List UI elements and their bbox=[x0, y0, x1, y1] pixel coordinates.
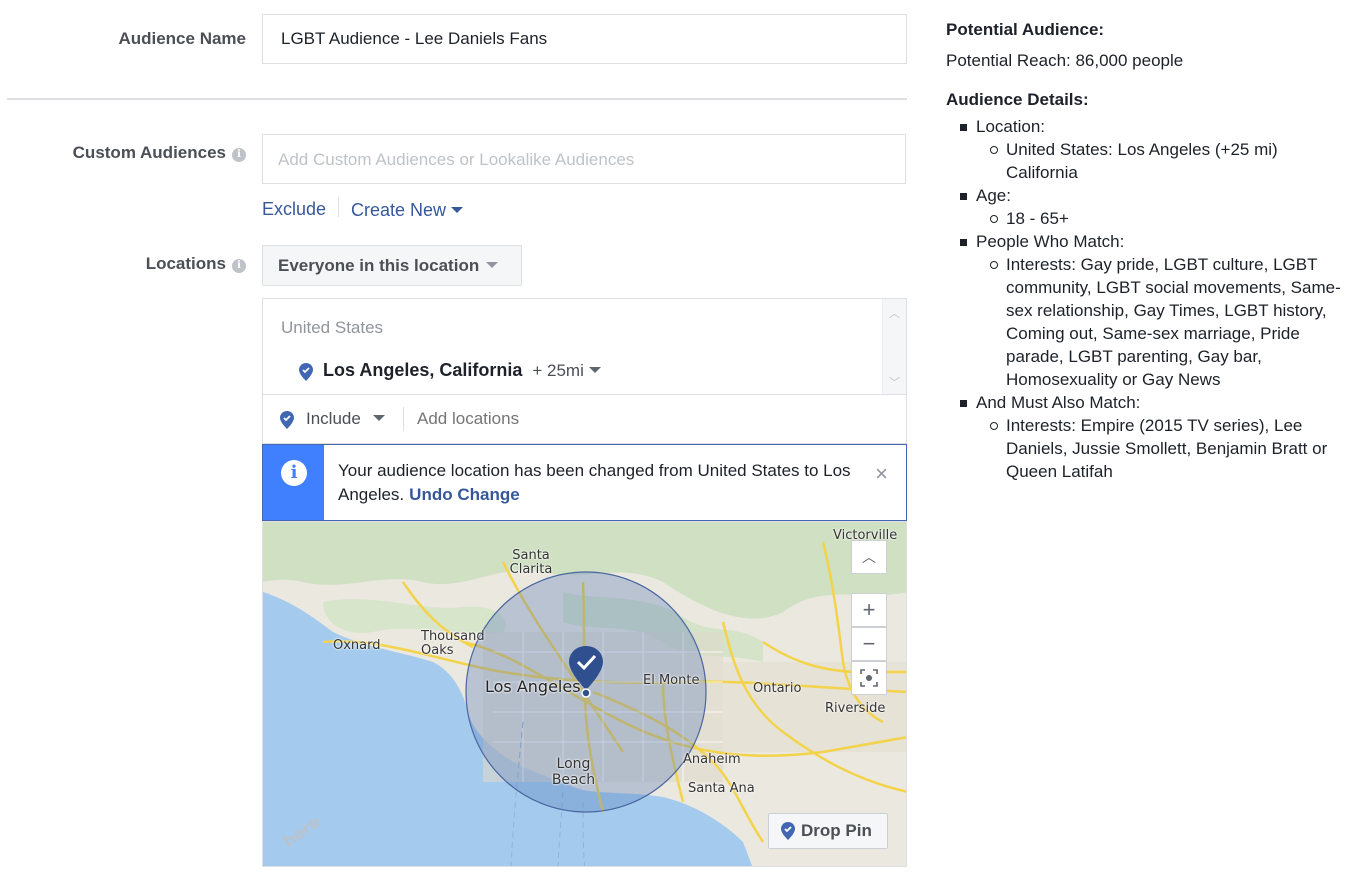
potential-reach: Potential Reach: 86,000 people bbox=[946, 51, 1184, 70]
selected-locations-list: United States Los Angeles, California + 2… bbox=[262, 298, 907, 395]
chevron-up-icon: ︿ bbox=[862, 549, 876, 565]
locations-label: Locations i bbox=[146, 254, 246, 274]
audience-details-heading: Audience Details: bbox=[946, 90, 1089, 109]
map-label-anaheim: Anaheim bbox=[683, 752, 741, 767]
zoom-in-button[interactable]: + bbox=[851, 593, 887, 627]
scroll-up-icon[interactable]: ︿ bbox=[889, 305, 900, 321]
detail-item: Interests: Gay pride, LGBT culture, LGBT… bbox=[990, 253, 1349, 391]
audience-summary-panel: Potential Audience: Potential Reach: 86,… bbox=[946, 20, 1346, 483]
include-separator bbox=[403, 407, 404, 431]
zoom-out-button[interactable]: − bbox=[851, 627, 887, 661]
location-change-notice: i Your audience location has been change… bbox=[262, 444, 907, 521]
audience-name-input[interactable]: LGBT Audience - Lee Daniels Fans bbox=[262, 14, 907, 64]
detail-section-title: And Must Also Match: bbox=[976, 393, 1141, 412]
detail-item: 18 - 65+ bbox=[990, 207, 1349, 230]
location-pin-icon bbox=[299, 363, 313, 381]
map-label-long-beach: Long Beach bbox=[551, 756, 596, 788]
exclude-link[interactable]: Exclude bbox=[262, 199, 326, 220]
map-label-santa-clarita: Santa Clarita bbox=[509, 548, 553, 577]
undo-change-link[interactable]: Undo Change bbox=[409, 485, 520, 504]
detail-section: People Who Match: Interests: Gay pride, … bbox=[960, 230, 1346, 391]
drop-pin-button[interactable]: Drop Pin bbox=[768, 813, 888, 849]
detail-section-title: People Who Match: bbox=[976, 232, 1125, 251]
info-icon: i bbox=[281, 460, 307, 486]
map-label-thousand-oaks: Thousand Oaks bbox=[421, 629, 485, 658]
close-icon[interactable]: × bbox=[875, 461, 888, 487]
link-separator bbox=[338, 197, 339, 217]
location-list-scrollbar[interactable]: ︿ ﹀ bbox=[882, 299, 906, 394]
map-label-riverside: Riverside bbox=[825, 701, 886, 716]
caret-down-icon bbox=[451, 207, 464, 213]
caret-down-icon bbox=[486, 262, 499, 268]
detail-item: Interests: Empire (2015 TV series), Lee … bbox=[990, 414, 1349, 483]
custom-audiences-input[interactable]: Add Custom Audiences or Lookalike Audien… bbox=[262, 134, 906, 184]
detail-section: Age: 18 - 65+ bbox=[960, 184, 1346, 230]
location-map[interactable]: Santa Clarita Victorville Oxnard Thousan… bbox=[262, 521, 907, 867]
location-pin-icon bbox=[781, 822, 795, 840]
recenter-button[interactable] bbox=[851, 661, 887, 695]
detail-section: Location: United States: Los Angeles (+2… bbox=[960, 115, 1346, 184]
create-new-label: Create New bbox=[351, 200, 447, 220]
create-new-link[interactable]: Create New bbox=[351, 200, 464, 221]
map-label-el-monte: El Monte bbox=[643, 673, 700, 688]
notice-icon-panel: i bbox=[263, 445, 324, 520]
drop-pin-label: Drop Pin bbox=[801, 821, 872, 840]
detail-section-title: Location: bbox=[976, 117, 1045, 136]
location-type-dropdown[interactable]: Everyone in this location bbox=[262, 245, 522, 286]
selected-city: Los Angeles, California bbox=[323, 360, 523, 380]
add-locations-input[interactable] bbox=[417, 395, 897, 443]
selected-country: United States bbox=[281, 318, 384, 337]
info-icon[interactable]: i bbox=[232, 148, 246, 162]
map-collapse-button[interactable]: ︿ bbox=[851, 540, 887, 574]
map-label-los-angeles: Los Angeles bbox=[485, 677, 581, 696]
info-icon[interactable]: i bbox=[232, 259, 246, 273]
include-dropdown[interactable]: Include bbox=[280, 395, 385, 443]
detail-section-title: Age: bbox=[976, 186, 1011, 205]
custom-audiences-label: Custom Audiences i bbox=[73, 143, 246, 163]
notice-message: Your audience location has been changed … bbox=[338, 459, 858, 507]
location-pin-icon bbox=[280, 411, 294, 429]
radius-dropdown[interactable]: + 25mi bbox=[532, 361, 601, 380]
scroll-down-icon[interactable]: ﹀ bbox=[889, 374, 900, 390]
potential-audience-heading: Potential Audience: bbox=[946, 20, 1105, 39]
caret-down-icon bbox=[372, 415, 385, 421]
detail-section: And Must Also Match: Interests: Empire (… bbox=[960, 391, 1346, 483]
audience-details-list: Location: United States: Los Angeles (+2… bbox=[960, 115, 1346, 483]
include-label: Include bbox=[306, 409, 361, 428]
radius-value: + 25mi bbox=[532, 361, 584, 380]
map-label-ontario: Ontario bbox=[753, 681, 802, 696]
include-locations-row: Include bbox=[262, 394, 907, 444]
detail-item: United States: Los Angeles (+25 mi) Cali… bbox=[990, 138, 1349, 184]
section-divider bbox=[7, 98, 907, 100]
location-type-label: Everyone in this location bbox=[278, 256, 480, 275]
map-label-santa-ana: Santa Ana bbox=[688, 781, 755, 796]
recenter-icon bbox=[860, 669, 878, 687]
selected-location-row: Los Angeles, California + 25mi bbox=[299, 360, 601, 381]
audience-name-label: Audience Name bbox=[118, 29, 246, 48]
map-label-oxnard: Oxnard bbox=[333, 638, 381, 653]
caret-down-icon bbox=[588, 367, 601, 373]
